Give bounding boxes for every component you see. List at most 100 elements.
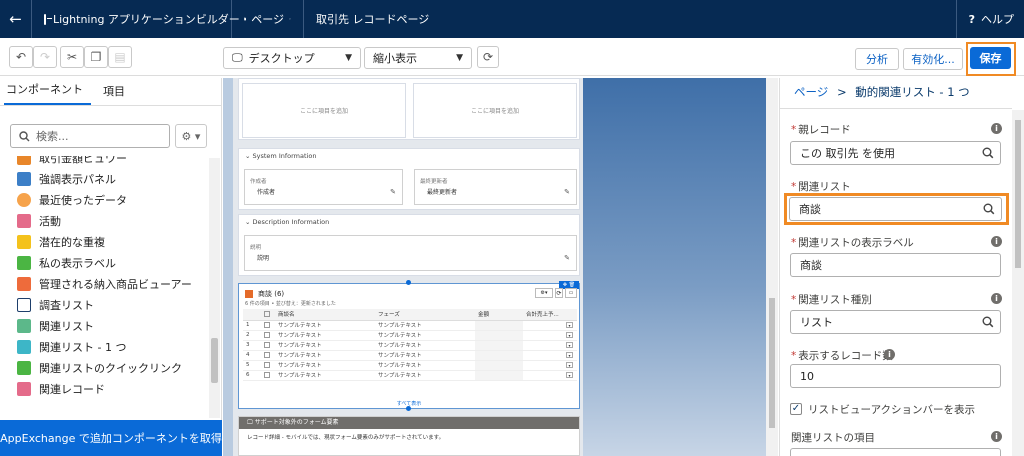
view-select[interactable]: 縮小表示 ▼	[364, 47, 472, 69]
list-item[interactable]: 関連リスト	[0, 315, 208, 336]
field-description[interactable]: 説明 説明 ✎	[244, 235, 577, 271]
pencil-icon: ✎	[390, 188, 396, 196]
list-refresh-button[interactable]: ⟳	[555, 288, 563, 298]
pages-menu[interactable]: ページ	[232, 0, 304, 38]
save-highlight: 保存	[966, 42, 1016, 76]
info-icon[interactable]: i	[991, 123, 1002, 134]
gear-icon: ⚙ ▾	[181, 129, 201, 143]
list-settings-button[interactable]: ⚙▾	[535, 288, 553, 298]
section-header[interactable]: ⌄ Description Information	[245, 218, 329, 226]
paste-button[interactable]: ▤	[108, 46, 132, 68]
help-button[interactable]: ? ヘルプ	[955, 0, 1024, 38]
tab-fields[interactable]: 項目	[101, 83, 133, 105]
field-modified-by[interactable]: 最終更新者 最終更新者 ✎	[414, 169, 577, 205]
undo-button[interactable]: ↶	[9, 46, 33, 68]
row-checkbox[interactable]	[264, 331, 270, 338]
row-checkbox[interactable]	[264, 341, 270, 348]
resize-handle[interactable]	[406, 406, 411, 411]
row-checkbox[interactable]	[264, 321, 270, 328]
row-action-menu[interactable]: ▾	[566, 371, 573, 378]
row-action-menu[interactable]: ▾	[566, 321, 573, 328]
canvas-scrollbar[interactable]	[766, 78, 778, 456]
info-icon[interactable]: i	[991, 293, 1002, 304]
list-item[interactable]: 関連レコード	[0, 378, 208, 399]
record-page-preview: ここに項目を追加 ここに項目を追加 ⌄ System Information 作…	[233, 78, 583, 456]
tab-components[interactable]: コンポーネント	[4, 81, 91, 105]
field-created-by[interactable]: 作成者 作成者 ✎	[244, 169, 403, 205]
component-icon	[17, 318, 31, 333]
component-list: 取引金額ビュワー 強調表示パネル 最近使ったデータ 活動 潜在的な重複 私の表示…	[0, 156, 208, 418]
scissors-icon: ✂	[66, 50, 78, 64]
section-header[interactable]: ⌄ System Information	[245, 152, 316, 160]
table-row: 3 サンプルテキスト サンプルテキスト ▾	[243, 340, 577, 351]
related-list-field[interactable]: 商談	[789, 197, 1002, 221]
related-list-component[interactable]: ✥ 🗑 商談 (6) 6 件の項目 • 並び替え：更新されました ⚙▾ ⟳ ▭ …	[238, 281, 580, 409]
right-scrollbar[interactable]	[1012, 110, 1024, 456]
redo-button[interactable]: ↷	[33, 46, 57, 68]
appexchange-button[interactable]: AppExchange で追加コンポーネントを取得	[0, 420, 222, 456]
component-search-input[interactable]: 検索...	[10, 124, 170, 148]
component-icon	[17, 192, 31, 207]
back-button[interactable]: ←	[0, 0, 32, 38]
resize-handle[interactable]	[406, 280, 411, 285]
row-checkbox[interactable]	[264, 361, 270, 368]
list-item[interactable]: 潜在的な重複	[0, 231, 208, 252]
cut-button[interactable]: ✂	[60, 46, 84, 68]
list-item[interactable]: 調査リスト	[0, 294, 208, 315]
pencil-icon: ✎	[564, 254, 570, 262]
table-row: 2 サンプルテキスト サンプルテキスト ▾	[243, 330, 577, 341]
info-icon[interactable]: i	[884, 349, 895, 360]
left-scrollbar[interactable]	[209, 158, 220, 418]
row-checkbox[interactable]	[264, 351, 270, 358]
info-icon[interactable]: i	[991, 431, 1002, 442]
related-list-subtitle: 6 件の項目 • 並び替え：更新されました	[245, 301, 336, 307]
list-item[interactable]: 関連リストのクイックリンク	[0, 357, 208, 378]
component-icon	[17, 276, 31, 291]
record-count-field[interactable]: 10	[790, 364, 1001, 388]
settings-dropdown[interactable]: ⚙ ▾	[175, 124, 207, 148]
display-label-field[interactable]: 商談	[790, 253, 1001, 277]
list-type-label: * 関連リスト種別	[791, 294, 872, 306]
row-checkbox[interactable]	[264, 371, 270, 378]
record-page-name: 取引先 レコードページ	[316, 13, 430, 26]
list-item[interactable]: 最近使ったデータ	[0, 189, 208, 210]
breadcrumb-current: 動的関連リスト - 1 つ	[855, 85, 970, 99]
row-action-menu[interactable]: ▾	[566, 331, 573, 338]
info-icon[interactable]: i	[991, 236, 1002, 247]
list-new-button[interactable]: ▭	[565, 288, 577, 298]
list-item[interactable]: 関連リスト - 1 つ	[0, 336, 208, 357]
scrollbar-thumb[interactable]	[769, 298, 775, 428]
scrollbar-thumb[interactable]	[211, 338, 218, 383]
row-action-menu[interactable]: ▾	[566, 361, 573, 368]
breadcrumb-page-link[interactable]: ページ	[794, 85, 828, 99]
properties-panel: ページ > 動的関連リスト - 1 つ * 親レコード i この 取引先 を使用 …	[779, 78, 1024, 456]
scrollbar-thumb[interactable]	[1015, 120, 1021, 268]
device-select[interactable]: 🖵 デスクトップ ▼	[223, 47, 361, 69]
add-field-placeholder[interactable]: ここに項目を追加	[242, 83, 406, 138]
list-item[interactable]: 強調表示パネル	[0, 168, 208, 189]
component-icon	[17, 171, 31, 186]
copy-button[interactable]: ❐	[84, 46, 108, 68]
select-all-checkbox[interactable]	[264, 311, 270, 317]
parent-record-field[interactable]: この 取引先 を使用	[790, 141, 1001, 165]
analyze-button[interactable]: 分析	[855, 48, 899, 70]
show-actionbar-checkbox[interactable]: ✓	[790, 403, 802, 415]
parent-record-label: * 親レコード	[791, 124, 851, 136]
list-item[interactable]: 管理される納入商品ビューアー	[0, 273, 208, 294]
search-icon	[982, 316, 994, 328]
record-count-label: * 表示するレコード数	[791, 350, 893, 362]
unsupported-element-card: 🖵 サポート対象外のフォーム要素 レコード詳細 - モバイルでは、現状フォーム要…	[238, 416, 580, 456]
row-action-menu[interactable]: ▾	[566, 351, 573, 358]
search-icon	[19, 130, 30, 141]
unsupported-text: レコード詳細 - モバイルでは、現状フォーム要素のみがサポートされています。	[247, 435, 445, 441]
refresh-button[interactable]: ⟳	[477, 46, 499, 68]
row-action-menu[interactable]: ▾	[566, 341, 573, 348]
list-fields-field[interactable]	[790, 448, 1001, 456]
list-type-field[interactable]: リスト	[790, 310, 1001, 334]
list-item[interactable]: 活動	[0, 210, 208, 231]
activate-button[interactable]: 有効化...	[903, 48, 963, 70]
save-button[interactable]: 保存	[970, 47, 1011, 69]
list-item[interactable]: 取引金額ビュワー	[0, 156, 208, 168]
add-field-placeholder[interactable]: ここに項目を追加	[413, 83, 577, 138]
list-item[interactable]: 私の表示ラベル	[0, 252, 208, 273]
